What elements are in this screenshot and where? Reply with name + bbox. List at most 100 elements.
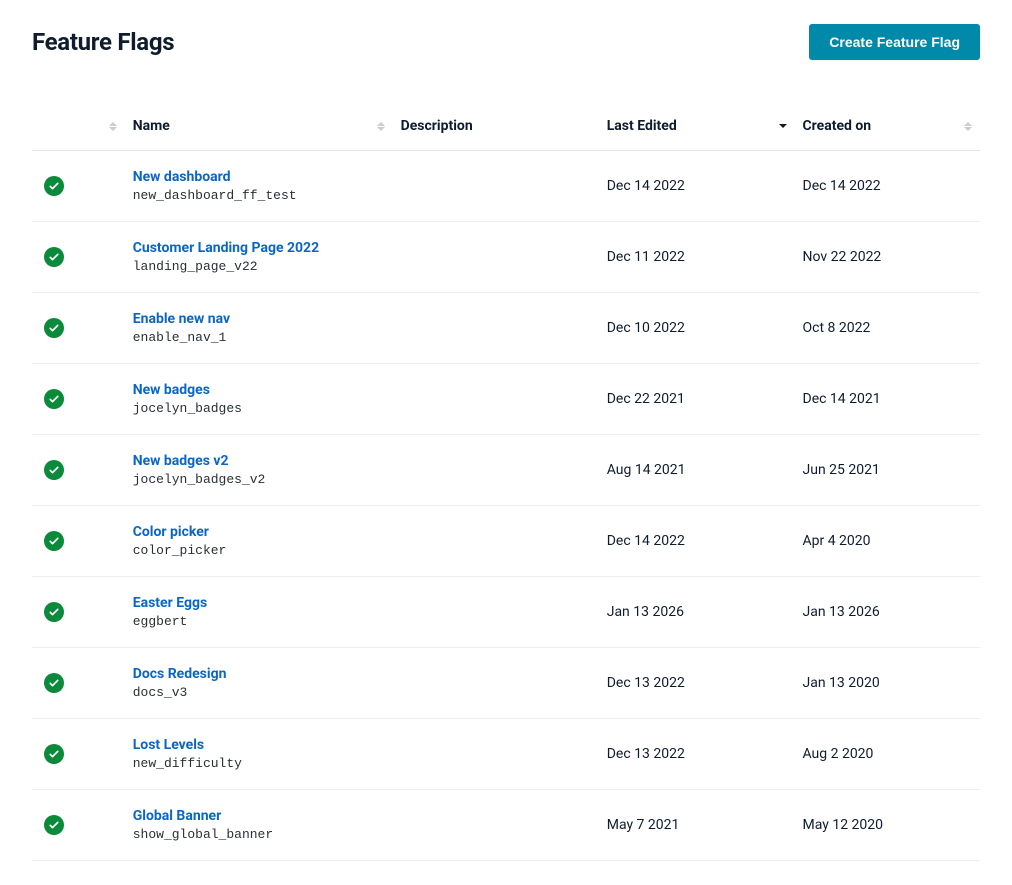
flag-name-link[interactable]: Customer Landing Page 2022 — [133, 240, 385, 256]
table-row[interactable]: Docs Redesign docs_v3 Dec 13 2022Jan 13 20… — [32, 648, 980, 719]
status-cell — [32, 577, 125, 648]
name-cell: Color picker color_picker — [125, 506, 393, 577]
col-header-created-on[interactable]: Created on — [795, 108, 981, 151]
description-cell — [393, 648, 599, 719]
flag-key: landing_page_v22 — [133, 259, 258, 274]
created-on-cell: Dec 14 2022 — [795, 151, 981, 222]
sort-icon — [377, 122, 385, 131]
name-cell: Customer Landing Page 2022 landing_page_v… — [125, 222, 393, 293]
last-edited-cell: Dec 13 2022 — [599, 719, 795, 790]
last-edited-cell: Dec 14 2022 — [599, 151, 795, 222]
table-row[interactable]: Color picker color_picker Dec 14 2022Apr 4… — [32, 506, 980, 577]
name-cell: New dashboard new_dashboard_ff_test — [125, 151, 393, 222]
flag-name-link[interactable]: Color picker — [133, 524, 385, 540]
table-row[interactable]: Lost Levels new_difficulty Dec 13 2022Aug … — [32, 719, 980, 790]
sort-desc-icon — [779, 124, 787, 128]
table-row[interactable]: Easter EggseggbertJan 13 2026Jan 13 2026 — [32, 577, 980, 648]
check-circle-icon — [44, 176, 64, 196]
page-title: Feature Flags — [32, 28, 174, 56]
flag-key: jocelyn_badges — [133, 401, 242, 416]
col-label-description: Description — [401, 118, 473, 134]
status-cell — [32, 719, 125, 790]
description-cell — [393, 364, 599, 435]
name-cell: Lost Levels new_difficulty — [125, 719, 393, 790]
description-cell — [393, 577, 599, 648]
flag-name-link[interactable]: New badges v2 — [133, 453, 385, 469]
flag-name-link[interactable]: New badges — [133, 382, 385, 398]
status-cell — [32, 648, 125, 719]
description-cell — [393, 293, 599, 364]
last-edited-cell: Dec 10 2022 — [599, 293, 795, 364]
flag-key: show_global_banner — [133, 827, 273, 842]
flag-key: color_picker — [133, 543, 227, 558]
check-circle-icon — [44, 673, 64, 693]
created-on-cell: Jan 13 2020 — [795, 648, 981, 719]
created-on-cell: Oct 8 2022 — [795, 293, 981, 364]
check-circle-icon — [44, 744, 64, 764]
description-cell — [393, 506, 599, 577]
status-cell — [32, 790, 125, 861]
table-row[interactable]: New badges v2 jocelyn_badges_v2 Aug 14 202… — [32, 435, 980, 506]
flag-key: docs_v3 — [133, 685, 188, 700]
description-cell — [393, 790, 599, 861]
check-circle-icon — [44, 247, 64, 267]
created-on-cell: Apr 4 2020 — [795, 506, 981, 577]
last-edited-cell: Jan 13 2026 — [599, 577, 795, 648]
created-on-cell: May 12 2020 — [795, 790, 981, 861]
flag-key: enable_nav_1 — [133, 330, 227, 345]
flag-key: new_difficulty — [133, 756, 242, 771]
last-edited-cell: Dec 13 2022 — [599, 648, 795, 719]
description-cell — [393, 222, 599, 293]
col-header-status[interactable] — [32, 108, 125, 151]
flag-name-link[interactable]: Docs Redesign — [133, 666, 385, 682]
name-cell: Easter Eggs eggbert — [125, 577, 393, 648]
flag-key: eggbert — [133, 614, 188, 629]
col-label-created-on: Created on — [803, 118, 872, 134]
check-circle-icon — [44, 389, 64, 409]
flag-name-link[interactable]: Easter Eggs — [133, 595, 385, 611]
last-edited-cell: May 7 2021 — [599, 790, 795, 861]
created-on-cell: Aug 2 2020 — [795, 719, 981, 790]
description-cell — [393, 151, 599, 222]
check-circle-icon — [44, 815, 64, 835]
status-cell — [32, 364, 125, 435]
created-on-cell: Jun 25 2021 — [795, 435, 981, 506]
created-on-cell: Nov 22 2022 — [795, 222, 981, 293]
table-row[interactable]: New badges jocelyn_badges Dec 22 2021Dec 1… — [32, 364, 980, 435]
status-cell — [32, 222, 125, 293]
check-circle-icon — [44, 602, 64, 622]
col-label-last-edited: Last Edited — [607, 118, 677, 134]
status-cell — [32, 435, 125, 506]
status-cell — [32, 151, 125, 222]
status-cell — [32, 293, 125, 364]
flag-name-link[interactable]: New dashboard — [133, 169, 385, 185]
flag-key: new_dashboard_ff_test — [133, 188, 297, 203]
flag-name-link[interactable]: Global Banner — [133, 808, 385, 824]
col-label-name: Name — [133, 118, 170, 134]
last-edited-cell: Dec 22 2021 — [599, 364, 795, 435]
name-cell: Enable new nav enable_nav_1 — [125, 293, 393, 364]
table-row[interactable]: Enable new nav enable_nav_1 Dec 10 2022Oct… — [32, 293, 980, 364]
flag-name-link[interactable]: Lost Levels — [133, 737, 385, 753]
created-on-cell: Dec 14 2021 — [795, 364, 981, 435]
table-row[interactable]: Customer Landing Page 2022 landing_page_v… — [32, 222, 980, 293]
flag-name-link[interactable]: Enable new nav — [133, 311, 385, 327]
create-feature-flag-button[interactable]: Create Feature Flag — [809, 24, 980, 60]
name-cell: Docs Redesign docs_v3 — [125, 648, 393, 719]
sort-icon — [964, 122, 972, 131]
check-circle-icon — [44, 460, 64, 480]
table-row[interactable]: Global Banner show_global_banner May 7 202… — [32, 790, 980, 861]
col-header-name[interactable]: Name — [125, 108, 393, 151]
feature-flags-table: Name Description Last Edited — [32, 108, 980, 861]
name-cell: Global Banner show_global_banner — [125, 790, 393, 861]
check-circle-icon — [44, 531, 64, 551]
flag-key: jocelyn_badges_v2 — [133, 472, 266, 487]
last-edited-cell: Dec 14 2022 — [599, 506, 795, 577]
description-cell — [393, 435, 599, 506]
last-edited-cell: Aug 14 2021 — [599, 435, 795, 506]
col-header-description[interactable]: Description — [393, 108, 599, 151]
table-row[interactable]: New dashboard new_dashboard_ff_test Dec 14… — [32, 151, 980, 222]
last-edited-cell: Dec 11 2022 — [599, 222, 795, 293]
col-header-last-edited[interactable]: Last Edited — [599, 108, 795, 151]
check-circle-icon — [44, 318, 64, 338]
